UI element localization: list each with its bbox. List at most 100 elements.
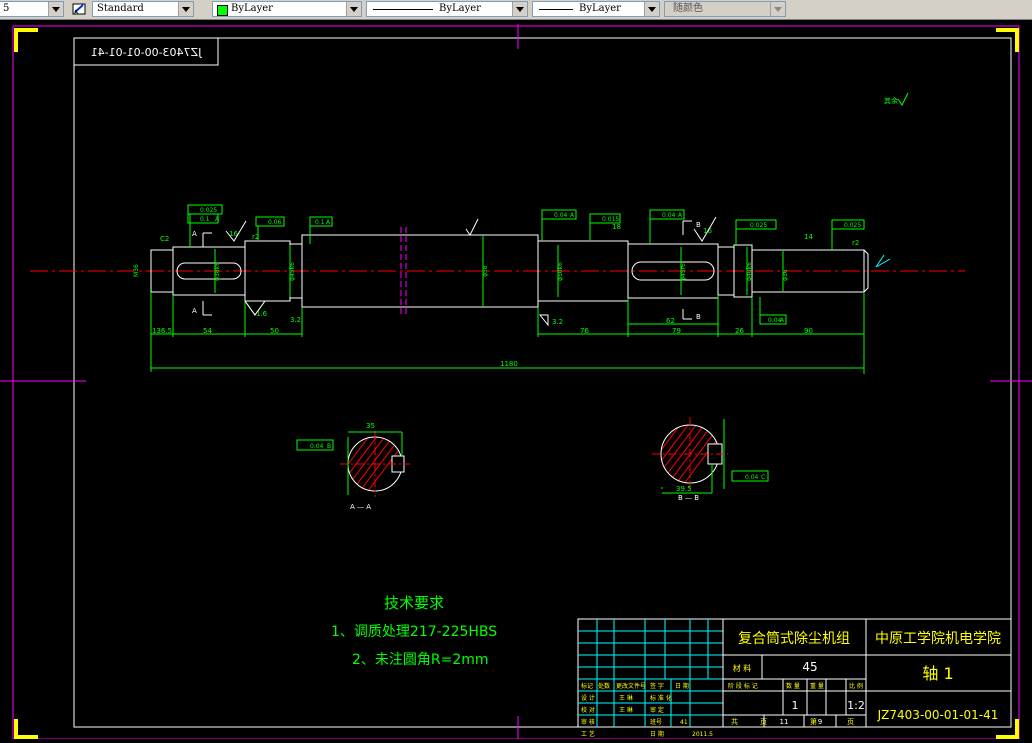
sheet-total-label: 共 <box>731 717 738 726</box>
title-header: 比 例 <box>849 682 863 690</box>
datum-label: A <box>678 212 683 219</box>
color-value: ByLayer <box>231 3 273 14</box>
sheet-no: 9 <box>818 718 822 726</box>
date-value: 2011.5 <box>692 731 713 738</box>
notes-line: 1、调质处理217-225HBS <box>331 624 497 640</box>
roughness-icon <box>897 92 909 106</box>
roughness-value: 3.2 <box>290 316 301 324</box>
color-combo[interactable]: ByLayer <box>212 1 362 17</box>
roughness-icon <box>465 218 479 236</box>
section-width: 35 <box>366 422 375 430</box>
plot-style-value: 随颜色 <box>673 3 703 14</box>
corner-mark <box>996 28 1019 52</box>
dim-text: 76 <box>580 327 589 335</box>
tolerance-value: 0.1 <box>200 216 210 223</box>
title-header: 阶 段 标 记 <box>728 682 758 690</box>
material-label: 材 料 <box>733 663 752 673</box>
sheet-total: 11 <box>780 718 789 726</box>
notes-title: 技术要求 <box>384 594 444 612</box>
class-value: 41 <box>680 719 688 726</box>
person-name: 王 琳 <box>619 694 633 702</box>
role-label: 设 计 <box>581 694 595 702</box>
tolerance-value: 0.04 <box>662 212 676 219</box>
section-marker: B <box>696 221 701 229</box>
lineweight-value: ByLayer <box>579 3 621 14</box>
title-header: 标记 <box>581 682 593 690</box>
dropdown-arrow-icon[interactable] <box>512 2 527 16</box>
diameter-label: φ40k6 <box>746 262 753 281</box>
inner-frame <box>73 37 1012 728</box>
material-value: 45 <box>802 660 817 674</box>
section-a-label: A — A <box>350 503 371 511</box>
diameter-label: M36 <box>133 264 140 277</box>
dim-text: 62 <box>666 317 675 325</box>
lineweight-combo[interactable]: ByLayer <box>532 1 660 17</box>
tolerance-value: 0.04 <box>554 212 568 219</box>
role-label: 校 对 <box>581 706 595 714</box>
title-header: 日 期 <box>675 682 689 690</box>
drawing-canvas[interactable]: JZ7403-00-01-01-41 其余 136.5 54 50 76 62 … <box>0 19 1032 740</box>
section-marker: A <box>192 307 197 315</box>
roughness-value: 14 <box>804 233 813 241</box>
section-b <box>652 417 728 494</box>
fillet-label: r2 <box>852 239 859 247</box>
dim-style-combo[interactable]: 5 <box>0 1 64 17</box>
mirrored-drawing-id: JZ7403-00-01-01-41 <box>91 46 203 59</box>
section-a <box>340 431 410 497</box>
dropdown-arrow-icon[interactable] <box>48 2 63 16</box>
color-swatch-icon <box>217 5 228 16</box>
lineweight-sample-icon <box>539 9 573 10</box>
date-label: 日 期 <box>650 730 664 738</box>
properties-toolbar: 5 A Standard ByLayer ByLayer ByLayer 随颜色 <box>0 0 1032 20</box>
datum-label: A <box>215 216 220 223</box>
dropdown-arrow-icon[interactable] <box>346 2 361 16</box>
title-header: 数 量 <box>786 682 800 690</box>
tolerance-value: 0.015 <box>602 216 619 223</box>
datum-label: A <box>570 212 575 219</box>
dropdown-arrow-icon[interactable] <box>644 2 659 16</box>
tolerance-value: 0.04 <box>310 443 324 450</box>
outer-border <box>12 25 1020 740</box>
section-marker: A <box>192 230 197 238</box>
dropdown-arrow-icon[interactable] <box>178 2 193 16</box>
section-width: 39.5 <box>676 485 692 493</box>
tolerance-value: 0.025 <box>750 222 767 229</box>
diameter-label: φ58 <box>482 265 489 277</box>
title-header: 签 字 <box>650 682 664 690</box>
dim-text: 136.5 <box>152 327 172 335</box>
sheet-total-unit: 页 <box>760 718 767 726</box>
linetype-combo[interactable]: ByLayer <box>366 1 528 17</box>
class-label: 班号 <box>650 718 662 726</box>
diameter-label: φ36 <box>782 269 789 281</box>
section-b-label: B — B <box>678 494 699 502</box>
product-name: 复合筒式除尘机组 <box>738 630 850 647</box>
notes-line: 2、未注圆角R=2mm <box>352 652 489 668</box>
dim-text: 50 <box>270 327 279 335</box>
dim-text: 79 <box>672 327 681 335</box>
count-value: 1 <box>792 699 799 712</box>
center-hole-icon <box>875 254 891 268</box>
linetype-sample-icon <box>373 9 433 10</box>
role-label: 标 准 化 <box>650 694 672 702</box>
corner-mark <box>14 719 38 739</box>
tolerance-value: 0.04 <box>745 474 759 481</box>
linetype-value: ByLayer <box>439 3 481 14</box>
diameter-label: φ38k6 <box>214 262 221 281</box>
plot-style-combo[interactable]: 随颜色 <box>664 1 786 17</box>
other-roughness-label: 其余 <box>884 96 898 105</box>
tolerance-value: 0.1 <box>315 219 325 226</box>
sheet-no-label: 第 <box>810 717 817 726</box>
text-style-icon[interactable]: A <box>72 2 88 16</box>
text-style-combo[interactable]: Standard <box>92 1 194 17</box>
dropdown-arrow-icon[interactable] <box>770 2 785 16</box>
diameter-label: φ45r6 <box>680 263 687 281</box>
tolerance-value: 0.06 <box>268 219 282 226</box>
scale-value: 1:2 <box>847 699 865 712</box>
dim-text: 90 <box>804 327 813 335</box>
diameter-label: φ50k6 <box>557 262 564 281</box>
chamfer-label: C2 <box>160 235 169 243</box>
datum-label: A <box>780 317 785 324</box>
role-label: 工 艺 <box>581 730 595 738</box>
title-header: 重 量 <box>810 682 824 690</box>
person-name: 王 琳 <box>619 706 633 714</box>
